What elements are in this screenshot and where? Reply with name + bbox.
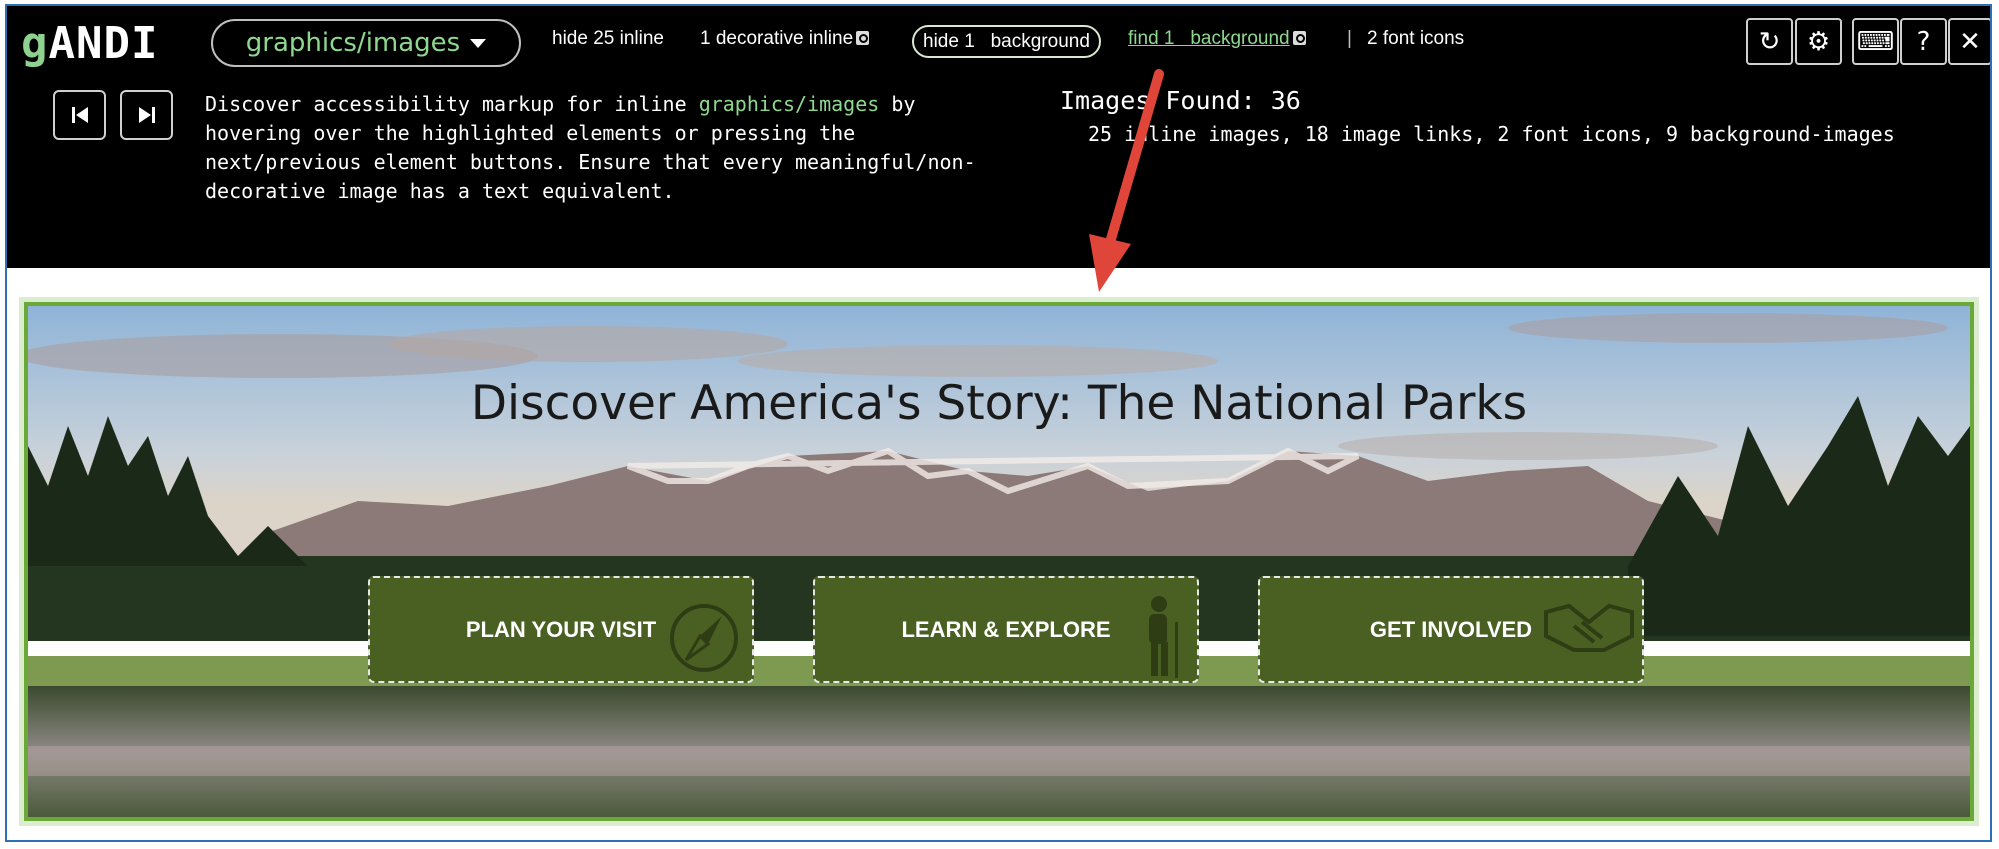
magnifier-icon xyxy=(856,31,870,45)
toolbar-separator: | xyxy=(1347,28,1352,49)
magnifier-icon xyxy=(1292,31,1306,45)
get-involved-label: GET INVOLVED xyxy=(1369,616,1533,642)
skip-previous-icon xyxy=(71,107,88,123)
font-icons-button[interactable]: 2 font icons xyxy=(1367,28,1464,50)
next-element-button[interactable] xyxy=(120,90,173,140)
keyboard-button[interactable]: ⌨ xyxy=(1852,18,1899,65)
caret-down-icon xyxy=(470,38,487,48)
annotation-arrow xyxy=(1089,69,1164,292)
plan-your-visit-button[interactable]: PLAN YOUR VISIT xyxy=(368,576,754,683)
module-label: graphics/images xyxy=(245,28,461,58)
page-content: Discover America's Story: The National P… xyxy=(7,268,1990,840)
images-found-detail: 25 inline images, 18 image links, 2 font… xyxy=(1088,122,1895,146)
hiker-icon xyxy=(1149,596,1178,678)
help-icon: ? xyxy=(1916,26,1931,57)
description-highlight: graphics/images xyxy=(698,92,880,116)
logo-g: g xyxy=(21,18,49,69)
handshake-icon xyxy=(1544,603,1634,652)
keyboard-icon: ⌨ xyxy=(1856,26,1895,57)
module-description: Discover accessibility markup for inline… xyxy=(205,90,1005,206)
refresh-button[interactable]: ↻ xyxy=(1746,18,1793,65)
decorative-inline-label: 1 decorative inline xyxy=(700,28,854,49)
plan-your-visit-label: PLAN YOUR VISIT xyxy=(465,616,657,642)
logo-andi: ANDI xyxy=(48,18,159,69)
previous-element-button[interactable] xyxy=(53,90,106,140)
skip-next-icon xyxy=(138,107,155,123)
hero-title: Discover America's Story: The National P… xyxy=(470,376,1528,431)
gear-icon: ⚙ xyxy=(1806,26,1831,57)
andi-logo[interactable]: gANDI xyxy=(21,18,158,69)
close-icon: ✕ xyxy=(1959,26,1981,57)
settings-button[interactable]: ⚙ xyxy=(1795,18,1842,65)
refresh-icon: ↻ xyxy=(1758,26,1781,57)
get-involved-button[interactable]: GET INVOLVED xyxy=(1258,576,1644,683)
browser-frame: gANDI graphics/images hide 25 inline 1 d… xyxy=(5,4,1992,842)
learn-and-explore-button[interactable]: LEARN & EXPLORE xyxy=(813,576,1199,683)
hero-banner: Discover America's Story: The National P… xyxy=(24,302,1974,821)
learn-and-explore-label: LEARN & EXPLORE xyxy=(901,616,1111,642)
andi-toolbar: gANDI graphics/images hide 25 inline 1 d… xyxy=(7,6,1990,268)
hide-background-button[interactable]: hide 1 background xyxy=(912,25,1101,58)
close-button[interactable]: ✕ xyxy=(1948,18,1990,65)
help-button[interactable]: ? xyxy=(1900,18,1947,65)
decorative-inline-button[interactable]: 1 decorative inline xyxy=(700,28,870,50)
compass-icon xyxy=(670,604,738,672)
module-select-button[interactable]: graphics/images xyxy=(211,19,521,67)
description-before: Discover accessibility markup for inline xyxy=(205,92,699,116)
hide-inline-button[interactable]: hide 25 inline xyxy=(552,28,664,50)
find-background-label: find 1 background xyxy=(1128,28,1290,49)
find-background-link[interactable]: find 1 background xyxy=(1128,28,1306,50)
